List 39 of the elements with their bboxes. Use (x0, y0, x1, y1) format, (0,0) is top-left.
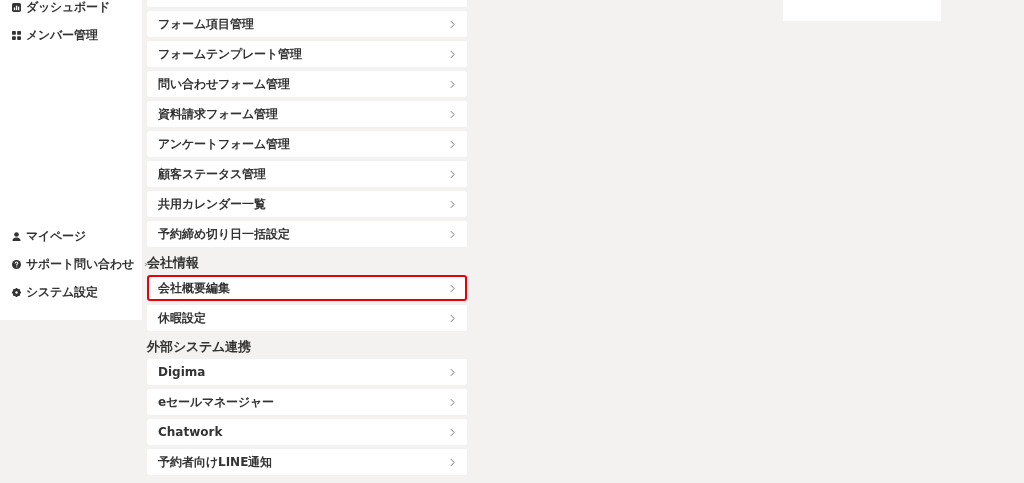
section-heading: 会社情報 (147, 254, 200, 272)
chevron-right-icon (450, 109, 455, 119)
chevron-right-icon (450, 199, 455, 209)
list-item[interactable]: 休暇設定 (147, 305, 467, 331)
chevron-right-icon (450, 139, 455, 149)
submenu-arrow: › (144, 259, 148, 269)
list-item[interactable]: 予約者向けLINE通知 (147, 449, 467, 475)
section-heading: 外部システム連携 (147, 338, 252, 356)
sidebar-item[interactable]: システム設定 (0, 278, 142, 306)
chevron-right-icon (450, 49, 455, 59)
chevron-right-icon (450, 313, 455, 323)
sidebar-item[interactable]: ダッシュボード (0, 0, 142, 21)
chevron-right-icon (450, 427, 455, 437)
chevron-right-icon (450, 19, 455, 29)
list-item[interactable]: フォームテンプレート管理 (147, 41, 467, 67)
chevron-right-icon (450, 229, 455, 239)
sidebar-item[interactable]: マイページ (0, 222, 142, 250)
list-item[interactable]: フォーム項目管理 (147, 11, 467, 37)
list-item[interactable]: 会社概要編集 (147, 275, 467, 301)
list-item[interactable]: eセールマネージャー (147, 389, 467, 415)
chevron-right-icon (450, 397, 455, 407)
person-icon (12, 231, 21, 241)
chevron-right-icon (450, 367, 455, 377)
chevron-right-icon (450, 79, 455, 89)
list-item[interactable]: 問い合わせフォーム管理 (147, 71, 467, 97)
list-item[interactable]: Chatwork (147, 419, 467, 445)
list-item[interactable]: アンケートフォーム管理 (147, 131, 467, 157)
list-item[interactable]: 顧客ステータス管理 (147, 161, 467, 187)
sidebar-item[interactable]: メンバー管理 (0, 21, 142, 49)
chevron-right-icon (450, 283, 455, 293)
settings-icon (12, 287, 21, 297)
grid-icon (12, 30, 21, 40)
chevron-right-icon (450, 169, 455, 179)
list-item[interactable]: 予約締め切り日一括設定 (147, 221, 467, 247)
chevron-right-icon (450, 457, 455, 467)
list-item[interactable]: 資料請求フォーム管理 (147, 101, 467, 127)
help-icon (12, 259, 21, 269)
list-item[interactable]: Digima (147, 359, 467, 385)
list-item[interactable]: 共用カレンダー一覧 (147, 191, 467, 217)
